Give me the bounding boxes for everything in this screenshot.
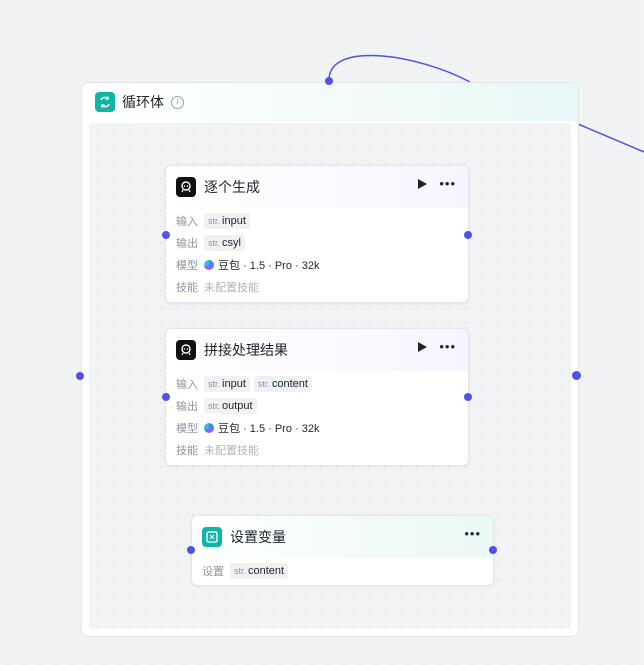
node3-output-port[interactable]	[489, 546, 497, 554]
input-label: 输入	[176, 216, 198, 228]
node-header[interactable]: 设置变量 •••	[192, 516, 493, 558]
node-header[interactable]: 拼接处理结果 •••	[166, 329, 468, 371]
var-name: input	[222, 215, 246, 227]
var-name: output	[222, 400, 253, 412]
output-row: 输出 str. output	[176, 395, 458, 417]
output-label: 输出	[176, 401, 198, 413]
loop-arrows-icon	[95, 92, 115, 112]
skill-row: 技能 未配置技能	[176, 276, 458, 298]
more-options-icon[interactable]: •••	[439, 340, 456, 353]
input-tag: str. input	[204, 376, 250, 392]
var-name: content	[271, 378, 308, 390]
output-tag: str. output	[204, 398, 257, 414]
set-row: 设置 str. content	[202, 560, 483, 582]
llm-node-generate[interactable]: 逐个生成 ••• 输入 str. input 输出 str. csyl 模型 豆包 …	[165, 165, 469, 303]
input-tag: str. content	[253, 376, 312, 392]
llm-bot-icon	[176, 177, 196, 197]
set-tag: str. content	[230, 563, 289, 579]
node3-input-port[interactable]	[187, 546, 195, 554]
node2-input-port[interactable]	[162, 393, 170, 401]
node2-output-port[interactable]	[464, 393, 472, 401]
node-title: 拼接处理结果	[204, 342, 288, 358]
skill-value: 未配置技能	[204, 445, 259, 457]
type-prefix: str.	[208, 216, 221, 226]
model-row: 模型 豆包 · 1.5 · Pro · 32k	[176, 417, 458, 439]
type-prefix: str.	[208, 238, 221, 248]
node1-input-port[interactable]	[162, 231, 170, 239]
skill-label: 技能	[176, 445, 198, 457]
input-label: 输入	[176, 379, 198, 391]
type-prefix: str.	[208, 379, 221, 389]
var-name: content	[248, 565, 285, 577]
var-name: input	[222, 378, 246, 390]
type-prefix: str.	[208, 401, 221, 411]
input-row: 输入 str. input str. content	[176, 373, 458, 395]
run-play-icon[interactable]	[418, 179, 428, 189]
model-label: 模型	[176, 423, 198, 435]
loop-top-port[interactable]	[325, 77, 333, 85]
skill-value: 未配置技能	[204, 282, 259, 294]
edge-outer-top	[328, 54, 471, 83]
output-label: 输出	[176, 238, 198, 250]
doubao-model-icon	[204, 260, 214, 270]
set-variable-icon	[202, 527, 222, 547]
doubao-model-icon	[204, 423, 214, 433]
input-row: 输入 str. input	[176, 210, 458, 232]
loop-title: 循环体	[122, 94, 164, 110]
type-prefix: str.	[234, 566, 247, 576]
input-tag: str. input	[204, 213, 250, 229]
loop-header[interactable]: 循环体 i	[82, 83, 578, 121]
llm-bot-icon	[176, 340, 196, 360]
loop-end-port[interactable]	[572, 371, 581, 380]
set-label: 设置	[202, 566, 224, 578]
more-options-icon[interactable]: •••	[439, 177, 456, 190]
node1-output-port[interactable]	[464, 231, 472, 239]
run-play-icon[interactable]	[418, 342, 428, 352]
set-variable-node[interactable]: 设置变量 ••• 设置 str. content	[191, 515, 494, 586]
edge-outer-right	[577, 123, 644, 153]
skill-label: 技能	[176, 282, 198, 294]
model-label: 模型	[176, 260, 198, 272]
more-options-icon[interactable]: •••	[464, 527, 481, 540]
node-header[interactable]: 逐个生成 •••	[166, 166, 468, 208]
llm-node-merge[interactable]: 拼接处理结果 ••• 输入 str. input str. content 输出 s…	[165, 328, 469, 466]
output-tag: str. csyl	[204, 235, 245, 251]
model-row: 模型 豆包 · 1.5 · Pro · 32k	[176, 254, 458, 276]
node-title: 逐个生成	[204, 179, 260, 195]
skill-row: 技能 未配置技能	[176, 439, 458, 461]
loop-start-port[interactable]	[76, 372, 84, 380]
type-prefix: str.	[257, 379, 270, 389]
var-name: csyl	[222, 237, 241, 249]
node-title: 设置变量	[230, 529, 286, 545]
info-icon[interactable]: i	[171, 95, 184, 109]
model-name: 豆包 · 1.5 · Pro · 32k	[218, 260, 320, 272]
model-name: 豆包 · 1.5 · Pro · 32k	[218, 423, 320, 435]
output-row: 输出 str. csyl	[176, 232, 458, 254]
